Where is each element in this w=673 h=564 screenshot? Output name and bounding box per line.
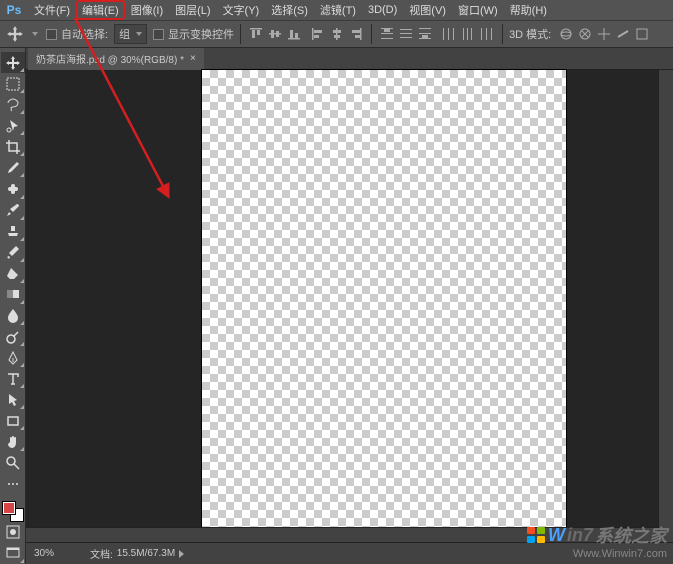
lasso-tool[interactable] [1, 94, 25, 115]
blur-tool[interactable] [1, 305, 25, 326]
menu-layer[interactable]: 图层(L) [169, 0, 216, 20]
document-info-value: 15.5M/67.3M [117, 548, 175, 559]
brush-tool[interactable] [1, 200, 25, 221]
zoom-level[interactable]: 30% [34, 548, 72, 559]
dodge-tool[interactable] [1, 326, 25, 347]
distribute-top-icon[interactable] [378, 25, 396, 43]
show-transform-checkbox[interactable]: 显示变换控件 [153, 26, 234, 42]
screenmode-tool[interactable] [1, 543, 25, 564]
chevron-right-icon [179, 550, 184, 558]
history-brush-tool[interactable] [1, 242, 25, 263]
tools-panel [0, 48, 26, 564]
options-bar: 自动选择: 组 显示变换控件 [0, 20, 673, 48]
distribute-vcenter-icon[interactable] [397, 25, 415, 43]
slide-3d-icon[interactable] [614, 25, 632, 43]
chevron-down-icon [136, 32, 142, 36]
menu-bar: Ps 文件(F) 编辑(E) 图像(I) 图层(L) 文字(Y) 选择(S) 滤… [0, 0, 673, 20]
scale-3d-icon[interactable] [633, 25, 651, 43]
distribute-bottom-icon[interactable] [416, 25, 434, 43]
close-icon[interactable]: × [190, 53, 196, 64]
menu-image[interactable]: 图像(I) [125, 0, 169, 20]
document-tabs: 奶茶店海报.psd @ 30%(RGB/8) * × [0, 48, 673, 70]
orbit-3d-icon[interactable] [557, 25, 575, 43]
distribute-hcenter-icon[interactable] [459, 25, 477, 43]
foreground-color-swatch[interactable] [2, 501, 16, 515]
align-right-icon[interactable] [347, 25, 365, 43]
menu-filter[interactable]: 滤镜(T) [314, 0, 362, 20]
show-transform-label: 显示变换控件 [168, 26, 234, 42]
spot-heal-tool[interactable] [1, 178, 25, 199]
separator [502, 24, 503, 44]
pan-3d-icon[interactable] [595, 25, 613, 43]
document-tab-title: 奶茶店海报.psd @ 30%(RGB/8) * [36, 51, 184, 66]
align-hcenter-icon[interactable] [328, 25, 346, 43]
align-bottom-icon[interactable] [285, 25, 303, 43]
align-vcenter-icon[interactable] [266, 25, 284, 43]
type-tool[interactable] [1, 368, 25, 389]
separator [240, 24, 241, 44]
clone-stamp-tool[interactable] [1, 221, 25, 242]
gradient-tool[interactable] [1, 284, 25, 305]
rectangle-tool[interactable] [1, 410, 25, 431]
quickmask-tool[interactable] [1, 522, 25, 543]
menu-window[interactable]: 窗口(W) [452, 0, 504, 20]
mode-3d-label: 3D 模式: [509, 26, 551, 42]
auto-select-target-dropdown[interactable]: 组 [114, 24, 147, 44]
document-info-label: 文档: [90, 546, 113, 561]
distribute-left-icon[interactable] [440, 25, 458, 43]
document-canvas[interactable] [202, 70, 566, 540]
vertical-scrollbar[interactable] [658, 70, 673, 542]
document-tab[interactable]: 奶茶店海报.psd @ 30%(RGB/8) * × [28, 48, 204, 70]
hand-tool[interactable] [1, 431, 25, 452]
eyedropper-tool[interactable] [1, 157, 25, 178]
mode-3d-group [557, 25, 651, 43]
distribute-group-1 [378, 25, 434, 43]
auto-select-checkbox[interactable]: 自动选择: [46, 26, 108, 42]
edit-toolbar-icon[interactable] [1, 474, 25, 495]
crop-tool[interactable] [1, 136, 25, 157]
distribute-right-icon[interactable] [478, 25, 496, 43]
menu-edit[interactable]: 编辑(E) [76, 0, 125, 20]
separator [371, 24, 372, 44]
zoom-tool[interactable] [1, 452, 25, 473]
move-tool-indicator-icon[interactable] [6, 25, 24, 43]
distribute-group-2 [440, 25, 496, 43]
align-top-icon[interactable] [247, 25, 265, 43]
align-group-2 [309, 25, 365, 43]
menu-3d[interactable]: 3D(D) [362, 2, 403, 18]
checkbox-icon [46, 29, 57, 40]
color-swatches[interactable] [2, 501, 24, 522]
menu-view[interactable]: 视图(V) [403, 0, 452, 20]
marquee-tool[interactable] [1, 73, 25, 94]
path-select-tool[interactable] [1, 389, 25, 410]
menu-select[interactable]: 选择(S) [265, 0, 314, 20]
move-tool[interactable] [1, 52, 25, 73]
horizontal-scrollbar[interactable] [26, 527, 658, 542]
align-left-icon[interactable] [309, 25, 327, 43]
pen-tool[interactable] [1, 347, 25, 368]
align-group-1 [247, 25, 303, 43]
menu-file[interactable]: 文件(F) [28, 0, 76, 20]
auto-select-label: 自动选择: [61, 26, 108, 42]
roll-3d-icon[interactable] [576, 25, 594, 43]
tool-preset-dropdown[interactable] [30, 25, 40, 43]
quick-select-tool[interactable] [1, 115, 25, 136]
eraser-tool[interactable] [1, 263, 25, 284]
canvas-area [26, 70, 673, 542]
status-bar: 30% 文档: 15.5M/67.3M [26, 542, 673, 564]
checkbox-icon [153, 29, 164, 40]
auto-select-target-value: 组 [119, 26, 130, 42]
app-logo-icon: Ps [4, 2, 24, 18]
menu-help[interactable]: 帮助(H) [504, 0, 553, 20]
document-info[interactable]: 文档: 15.5M/67.3M [90, 546, 184, 561]
menu-type[interactable]: 文字(Y) [217, 0, 266, 20]
